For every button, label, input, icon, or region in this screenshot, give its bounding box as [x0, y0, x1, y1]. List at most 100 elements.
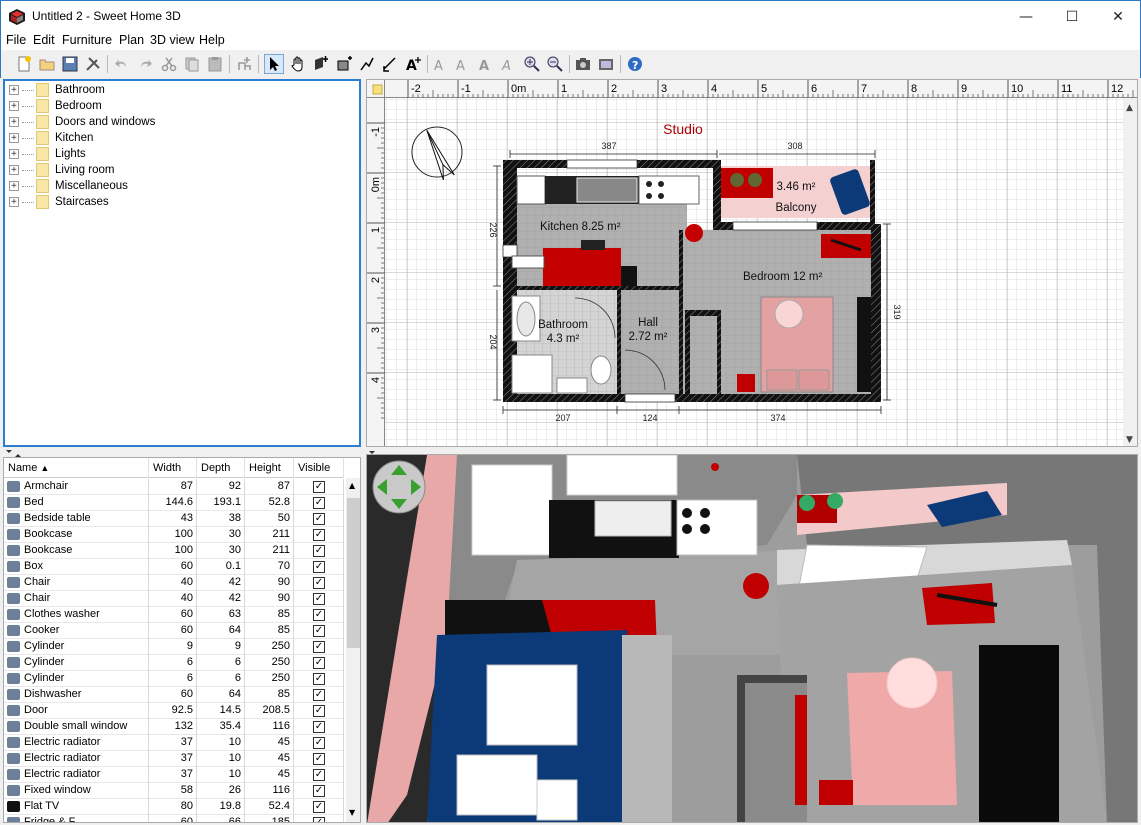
menu-help[interactable]: Help [199, 33, 225, 47]
add-text-icon[interactable]: A [403, 54, 423, 74]
visible-checkbox[interactable]: ✓ [313, 689, 325, 701]
maximize-button[interactable]: ☐ [1049, 1, 1095, 32]
column-header-visible[interactable]: Visible [294, 458, 344, 478]
visible-checkbox[interactable]: ✓ [313, 593, 325, 605]
visible-checkbox[interactable]: ✓ [313, 513, 325, 525]
table-row[interactable]: Bookcase 100 30 211 ✓ [4, 543, 344, 559]
undo-icon[interactable] [112, 54, 132, 74]
visible-checkbox[interactable]: ✓ [313, 801, 325, 813]
floor-plan-canvas[interactable]: -2 -1 0m 1 2 3 4 5 6 7 8 9 10 11 12 -10m1234 Studio [367, 80, 1138, 447]
visible-checkbox[interactable]: ✓ [313, 497, 325, 509]
menu-file[interactable]: File [6, 33, 26, 47]
zoom-out-icon[interactable] [545, 54, 565, 74]
save-icon[interactable] [60, 54, 80, 74]
catalog-category-miscellaneous[interactable]: + Miscellaneous [9, 178, 128, 194]
scroll-down-icon[interactable]: ▼ [1126, 435, 1133, 445]
create-polylines-icon[interactable] [357, 54, 377, 74]
visible-checkbox[interactable]: ✓ [313, 785, 325, 797]
text-style-3-icon[interactable]: A [475, 54, 495, 74]
visible-checkbox[interactable]: ✓ [313, 673, 325, 685]
visible-checkbox[interactable]: ✓ [313, 721, 325, 733]
cut-icon[interactable] [159, 54, 179, 74]
table-row[interactable]: Electric radiator 37 10 45 ✓ [4, 751, 344, 767]
table-row[interactable]: Bed 144.6 193.1 52.8 ✓ [4, 495, 344, 511]
table-row[interactable]: Cylinder 6 6 250 ✓ [4, 671, 344, 687]
table-row[interactable]: Fridge & F 60 66 185 ✓ [4, 815, 344, 822]
scrollbar-thumb[interactable] [347, 498, 360, 648]
table-row[interactable]: Door 92.5 14.5 208.5 ✓ [4, 703, 344, 719]
create-video-icon[interactable] [596, 54, 616, 74]
menu-edit[interactable]: Edit [33, 33, 55, 47]
expand-icon[interactable]: + [9, 101, 19, 111]
plan-view[interactable]: -2 -1 0m 1 2 3 4 5 6 7 8 9 10 11 12 -1 0m 1 2 3 4 Studio [366, 79, 1138, 447]
select-icon[interactable] [264, 54, 284, 74]
create-walls-icon[interactable] [311, 54, 331, 74]
expand-icon[interactable]: + [9, 197, 19, 207]
table-row[interactable]: Chair 40 42 90 ✓ [4, 591, 344, 607]
column-header-width[interactable]: Width [149, 458, 197, 478]
new-icon[interactable] [14, 54, 34, 74]
table-row[interactable]: Cylinder 6 6 250 ✓ [4, 655, 344, 671]
table-row[interactable]: Bedside table 43 38 50 ✓ [4, 511, 344, 527]
table-row[interactable]: Double small window 132 35.4 116 ✓ [4, 719, 344, 735]
add-furniture-icon[interactable] [234, 54, 254, 74]
visible-checkbox[interactable]: ✓ [313, 641, 325, 653]
furniture-table[interactable]: Name ▲ Width Depth Height Visible Armcha… [3, 457, 361, 823]
redo-icon[interactable] [135, 54, 155, 74]
scroll-up-icon[interactable]: ▲ [1126, 103, 1133, 113]
catalog-category-doors-and-windows[interactable]: + Doors and windows [9, 114, 155, 130]
minimize-button[interactable]: — [1003, 1, 1049, 32]
zoom-in-icon[interactable] [522, 54, 542, 74]
column-header-height[interactable]: Height [245, 458, 294, 478]
help-icon[interactable]: ? [625, 54, 645, 74]
scroll-down-icon[interactable]: ▼ [349, 808, 355, 817]
table-row[interactable]: Cooker 60 64 85 ✓ [4, 623, 344, 639]
create-dimensions-icon[interactable] [380, 54, 400, 74]
expand-icon[interactable]: + [9, 181, 19, 191]
menu-plan[interactable]: Plan [119, 33, 144, 47]
paste-icon[interactable] [205, 54, 225, 74]
visible-checkbox[interactable]: ✓ [313, 625, 325, 637]
furniture-table-scrollbar[interactable]: ▲ ▼ [346, 478, 360, 822]
horizontal-splitter-right[interactable] [366, 447, 1138, 458]
open-icon[interactable] [37, 54, 57, 74]
text-style-4-icon[interactable]: A [498, 54, 518, 74]
preferences-icon[interactable] [83, 54, 103, 74]
visible-checkbox[interactable]: ✓ [313, 753, 325, 765]
visible-checkbox[interactable]: ✓ [313, 529, 325, 541]
catalog-category-lights[interactable]: + Lights [9, 146, 86, 162]
visible-checkbox[interactable]: ✓ [313, 817, 325, 822]
text-style-1-icon[interactable]: A [431, 54, 451, 74]
visible-checkbox[interactable]: ✓ [313, 705, 325, 717]
create-rooms-icon[interactable] [334, 54, 354, 74]
visible-checkbox[interactable]: ✓ [313, 609, 325, 621]
table-row[interactable]: Box 60 0.1 70 ✓ [4, 559, 344, 575]
create-photo-icon[interactable] [573, 54, 593, 74]
visible-checkbox[interactable]: ✓ [313, 657, 325, 669]
catalog-category-bathroom[interactable]: + Bathroom [9, 82, 105, 98]
table-row[interactable]: Armchair 87 92 87 ✓ [4, 479, 344, 495]
table-row[interactable]: Flat TV 80 19.8 52.4 ✓ [4, 799, 344, 815]
catalog-category-kitchen[interactable]: + Kitchen [9, 130, 93, 146]
table-row[interactable]: Fixed window 58 26 116 ✓ [4, 783, 344, 799]
catalog-category-living-room[interactable]: + Living room [9, 162, 114, 178]
expand-icon[interactable]: + [9, 165, 19, 175]
catalog-category-bedroom[interactable]: + Bedroom [9, 98, 102, 114]
column-header-name[interactable]: Name ▲ [4, 458, 149, 478]
copy-icon[interactable] [182, 54, 202, 74]
table-row[interactable]: Clothes washer 60 63 85 ✓ [4, 607, 344, 623]
table-row[interactable]: Bookcase 100 30 211 ✓ [4, 527, 344, 543]
expand-icon[interactable]: + [9, 85, 19, 95]
furniture-catalog-tree[interactable]: + Bathroom + Bedroom + Doors and windows + K… [3, 79, 361, 447]
visible-checkbox[interactable]: ✓ [313, 737, 325, 749]
table-row[interactable]: Cylinder 9 9 250 ✓ [4, 639, 344, 655]
text-style-2-icon[interactable]: A [453, 54, 473, 74]
visible-checkbox[interactable]: ✓ [313, 545, 325, 557]
menu-furniture[interactable]: Furniture [62, 33, 112, 47]
catalog-category-staircases[interactable]: + Staircases [9, 194, 109, 210]
table-row[interactable]: Electric radiator 37 10 45 ✓ [4, 735, 344, 751]
table-row[interactable]: Chair 40 42 90 ✓ [4, 575, 344, 591]
horizontal-splitter-left[interactable] [3, 447, 361, 457]
column-header-depth[interactable]: Depth [197, 458, 245, 478]
close-button[interactable]: ✕ [1095, 1, 1141, 32]
